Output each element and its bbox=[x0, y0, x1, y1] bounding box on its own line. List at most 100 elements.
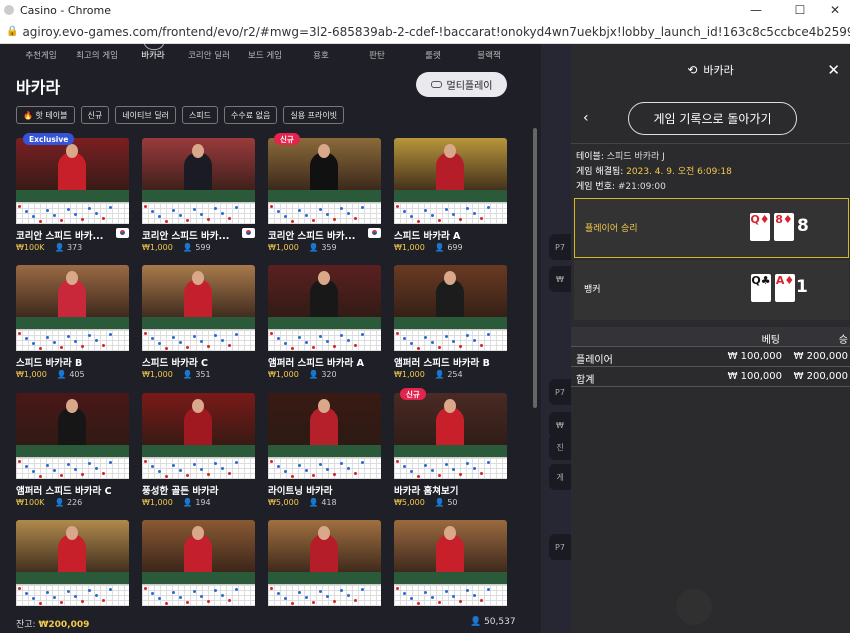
table-card[interactable]: 앰퍼러 스피드 바카라 A ₩1,000 👤 320 bbox=[268, 265, 381, 379]
nav-tab[interactable]: 용호 bbox=[293, 49, 349, 61]
road-marker bbox=[417, 220, 420, 223]
close-icon[interactable]: ✕ bbox=[827, 61, 840, 79]
road-marker bbox=[158, 470, 161, 473]
road-marker bbox=[291, 602, 294, 605]
filter-chip[interactable]: 네이티브 딜러 bbox=[115, 106, 176, 124]
player-count: 👤 373 bbox=[54, 243, 83, 252]
road-marker bbox=[284, 597, 287, 600]
nav-tab[interactable]: 보드 게임 bbox=[237, 49, 293, 61]
nav-tab[interactable]: 바카라 bbox=[125, 44, 181, 61]
road-marker bbox=[459, 600, 462, 603]
back-arrow-icon[interactable]: ‹ bbox=[583, 110, 589, 126]
table-value: 스피드 바카라 J bbox=[606, 152, 665, 162]
table-card[interactable] bbox=[142, 520, 255, 610]
site-info-icon[interactable]: 🔒 bbox=[6, 26, 18, 37]
table-meta: ₩5,000 👤 50 bbox=[394, 498, 458, 507]
road-marker bbox=[298, 591, 301, 594]
road-marker bbox=[298, 464, 301, 467]
table-felt bbox=[142, 572, 255, 584]
filter-chip[interactable]: 🔥 핫 테이블 bbox=[16, 106, 75, 124]
road-marker bbox=[179, 469, 182, 472]
table-card[interactable] bbox=[394, 520, 507, 610]
road-marker bbox=[228, 344, 231, 347]
filter-chip[interactable]: 스피드 bbox=[181, 106, 219, 124]
player-count: 👤 194 bbox=[182, 498, 211, 507]
road-marker bbox=[424, 336, 427, 339]
player-result: 플레이어 승리 Q♦ 8♦ 8 bbox=[574, 198, 849, 258]
minimize-icon[interactable]: — bbox=[737, 0, 775, 20]
min-bet: ₩1,000 bbox=[16, 370, 47, 379]
table-card[interactable]: 라이트닝 바카라 ₩5,000 👤 418 bbox=[268, 393, 381, 507]
road-marker bbox=[207, 600, 210, 603]
road-marker bbox=[25, 592, 28, 595]
road-marker bbox=[144, 587, 147, 590]
back-to-history-button[interactable]: 게임 기록으로 돌아가기 bbox=[628, 102, 797, 135]
road-marker bbox=[67, 590, 70, 593]
chrome-icon bbox=[4, 5, 14, 15]
korea-flag-icon bbox=[242, 228, 255, 238]
table-card[interactable]: 풍성한 골든 바카라 ₩1,000 👤 194 bbox=[142, 393, 255, 507]
filter-chip[interactable]: 신규 bbox=[80, 106, 110, 124]
bead-road bbox=[142, 329, 255, 351]
road-marker bbox=[151, 592, 154, 595]
table-card[interactable]: 스피드 바카라 B ₩1,000 👤 405 bbox=[16, 265, 129, 379]
road-marker bbox=[487, 206, 490, 209]
road-marker bbox=[179, 596, 182, 599]
road-marker bbox=[403, 337, 406, 340]
road-marker bbox=[445, 335, 448, 338]
road-marker bbox=[347, 594, 350, 597]
dealer-head bbox=[318, 144, 330, 158]
table-card[interactable]: 스피드 바카라 C ₩1,000 👤 351 bbox=[142, 265, 255, 379]
nav-tab[interactable]: 추천게임 bbox=[13, 49, 69, 61]
close-window-icon[interactable]: ✕ bbox=[816, 0, 850, 20]
road-marker bbox=[165, 220, 168, 223]
lobby-scrollbar[interactable] bbox=[533, 128, 537, 408]
road-marker bbox=[312, 474, 315, 477]
table-card[interactable]: 신규 바카라 훔쳐보기 ₩5,000 👤 50 bbox=[394, 388, 507, 507]
player-score: 8 bbox=[797, 216, 809, 236]
table-felt bbox=[394, 572, 507, 584]
nav-tab[interactable]: 블랙잭 bbox=[461, 49, 517, 61]
multiplay-button[interactable]: 멀티플레이 bbox=[416, 72, 507, 97]
dealer-head bbox=[66, 144, 78, 158]
dealer-video-thumbnail bbox=[268, 265, 381, 329]
maximize-icon[interactable]: ☐ bbox=[781, 0, 819, 20]
dealer-video-thumbnail bbox=[394, 138, 507, 202]
table-card[interactable]: 스피드 바카라 A ₩1,000 👤 699 bbox=[394, 138, 507, 252]
bead-road bbox=[142, 584, 255, 606]
road-marker bbox=[207, 218, 210, 221]
filter-chip[interactable]: 실용 프라이빗 bbox=[283, 106, 345, 124]
nav-tab[interactable]: 룰렛 bbox=[405, 49, 461, 61]
table-card[interactable]: 앰퍼러 스피드 바카라 C ₩100K 👤 226 bbox=[16, 393, 129, 507]
table-card[interactable] bbox=[268, 520, 381, 610]
address-bar[interactable]: 🔒 agiroy.evo-games.com/frontend/evo/r2/#… bbox=[0, 20, 850, 44]
nav-tab[interactable]: 판탄 bbox=[349, 49, 405, 61]
nav-tab[interactable]: 최고의 게임 bbox=[69, 49, 125, 61]
road-marker bbox=[410, 215, 413, 218]
road-marker bbox=[151, 465, 154, 468]
table-card[interactable]: 코리안 스피드 바카... ₩1,000 👤 599 bbox=[142, 138, 255, 252]
road-marker bbox=[298, 336, 301, 339]
table-card[interactable]: 신규 코리안 스피드 바카... ₩1,000 👤 359 bbox=[268, 133, 381, 252]
road-marker bbox=[102, 599, 105, 602]
road-marker bbox=[305, 596, 308, 599]
road-marker bbox=[361, 461, 364, 464]
road-marker bbox=[270, 205, 273, 208]
nav-tab[interactable]: 코리안 딜러 bbox=[181, 49, 237, 61]
table-card[interactable] bbox=[16, 520, 129, 610]
road-marker bbox=[403, 592, 406, 595]
win-amount: ₩ 200,000 bbox=[793, 351, 848, 362]
lobby-title: 바카라 bbox=[16, 78, 61, 97]
bead-road bbox=[268, 329, 381, 351]
dealer-video-thumbnail bbox=[142, 393, 255, 457]
history-icon: ⟲ bbox=[687, 63, 698, 77]
road-marker bbox=[172, 209, 175, 212]
road-marker bbox=[158, 215, 161, 218]
table-card[interactable]: Exclusive 코리안 스피드 바카... ₩100K 👤 373 bbox=[16, 133, 129, 252]
filter-chip[interactable]: 수수료 없음 bbox=[224, 106, 278, 124]
table-badge: Exclusive bbox=[23, 133, 75, 145]
road-marker bbox=[284, 470, 287, 473]
road-marker bbox=[81, 218, 84, 221]
dealer-head bbox=[192, 271, 204, 285]
table-card[interactable]: 앰퍼러 스피드 바카라 B ₩1,000 👤 254 bbox=[394, 265, 507, 379]
